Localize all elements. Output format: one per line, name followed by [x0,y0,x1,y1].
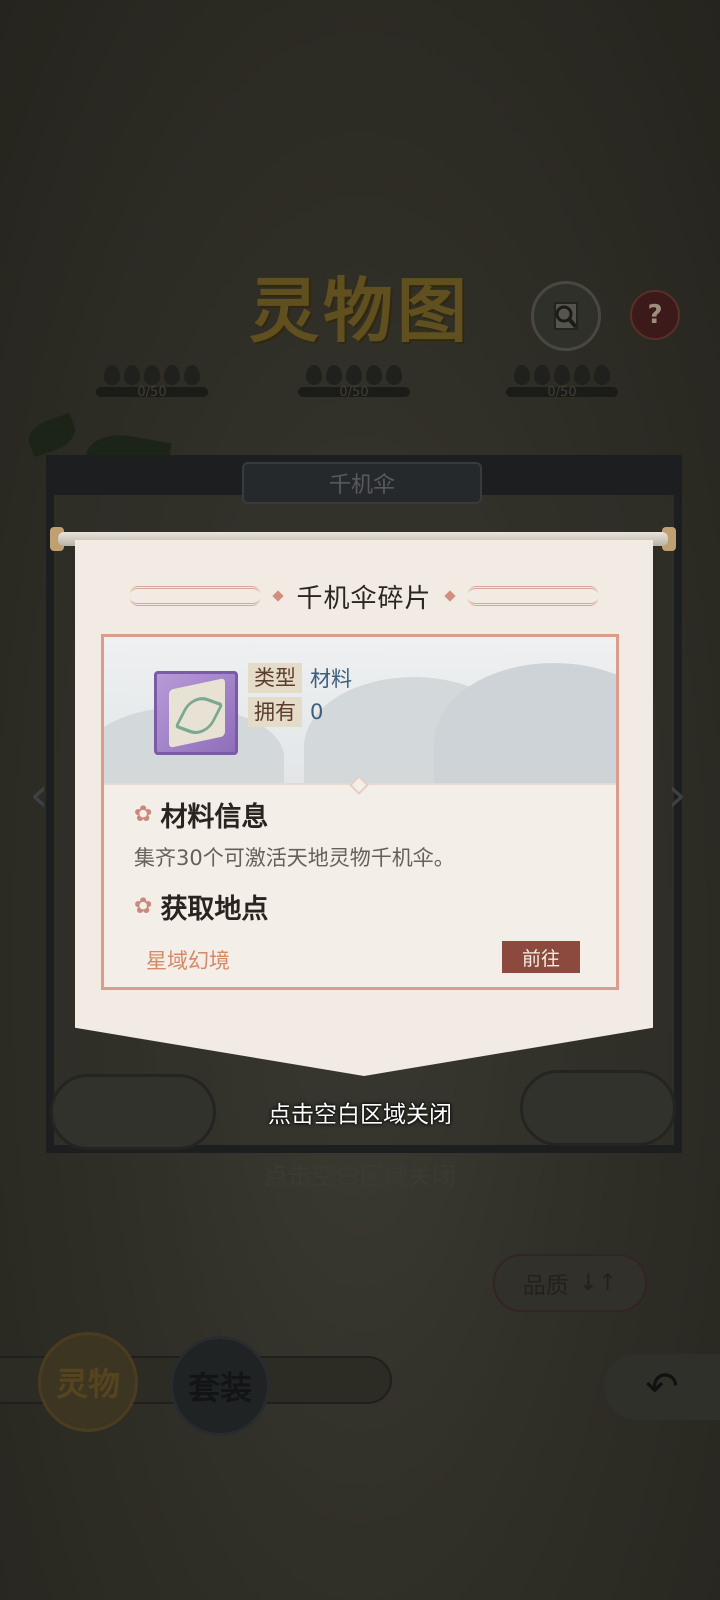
source-title: 获取地点 [160,894,269,925]
item-type-row: 类型 材料 [248,663,352,693]
material-info-title: 材料信息 [160,802,269,833]
cloud-scroll-ornament [130,586,261,606]
dialog-title: 千机伞碎片 [296,583,432,614]
item-detail-dialog: 千机伞碎片 类型 材料 拥有 0 ✿ 材料信息 集齐30个可激活天地灵物千机伞。… [75,540,653,1076]
item-summary-panel: 类型 材料 拥有 0 [104,637,616,785]
item-info-card: 类型 材料 拥有 0 ✿ 材料信息 集齐30个可激活天地灵物千机伞。 ✿ 获取地… [101,634,619,990]
owned-label: 拥有 [248,697,302,727]
mountain-decoration [434,663,616,785]
source-heading: ✿ 获取地点 [134,887,268,926]
flower-icon: ✿ [134,802,153,827]
goto-button[interactable]: 前往 [502,941,580,973]
material-info-text: 集齐30个可激活天地灵物千机伞。 [134,846,455,870]
diamond-ornament [272,590,285,602]
divider [104,783,616,785]
umbrella-fragment-icon [154,671,238,755]
type-value: 材料 [310,667,352,691]
source-name: 星域幻境 [146,949,230,973]
diamond-ornament [443,590,456,602]
dialog-header: 千机伞碎片 [75,576,653,616]
item-owned-row: 拥有 0 [248,697,323,727]
material-info-heading: ✿ 材料信息 [134,795,268,834]
cloud-scroll-ornament [467,586,598,606]
owned-value: 0 [310,700,324,724]
type-label: 类型 [248,663,302,693]
flower-icon: ✿ [134,894,153,919]
close-hint: 点击空白区域关闭 [268,1102,452,1128]
